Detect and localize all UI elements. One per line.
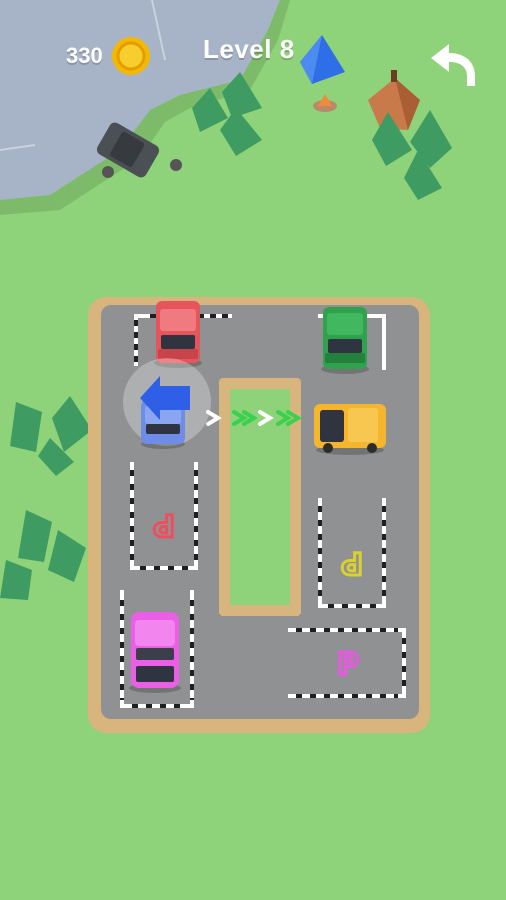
tire-decor <box>170 159 182 171</box>
coin-counter: 330 <box>66 36 151 76</box>
undo-button[interactable] <box>425 40 481 90</box>
pink-car[interactable] <box>129 612 181 693</box>
red-car[interactable] <box>154 301 202 368</box>
green-car[interactable] <box>321 307 369 374</box>
undo-arrow-icon <box>431 44 475 86</box>
yellow-car[interactable] <box>314 404 386 455</box>
slot-letter-left-middle: P <box>153 507 175 542</box>
slot-letter-right-middle: P <box>341 545 363 580</box>
coin-count: 330 <box>66 43 103 68</box>
game-screen: P P P 330 Level 8 <box>0 0 506 900</box>
slot-letter-right-bottom: P <box>337 647 359 682</box>
game-scene: P P P <box>0 0 506 900</box>
tire-decor <box>102 166 114 178</box>
level-title: Level 8 <box>203 34 295 64</box>
gold-coin-icon <box>111 37 150 75</box>
